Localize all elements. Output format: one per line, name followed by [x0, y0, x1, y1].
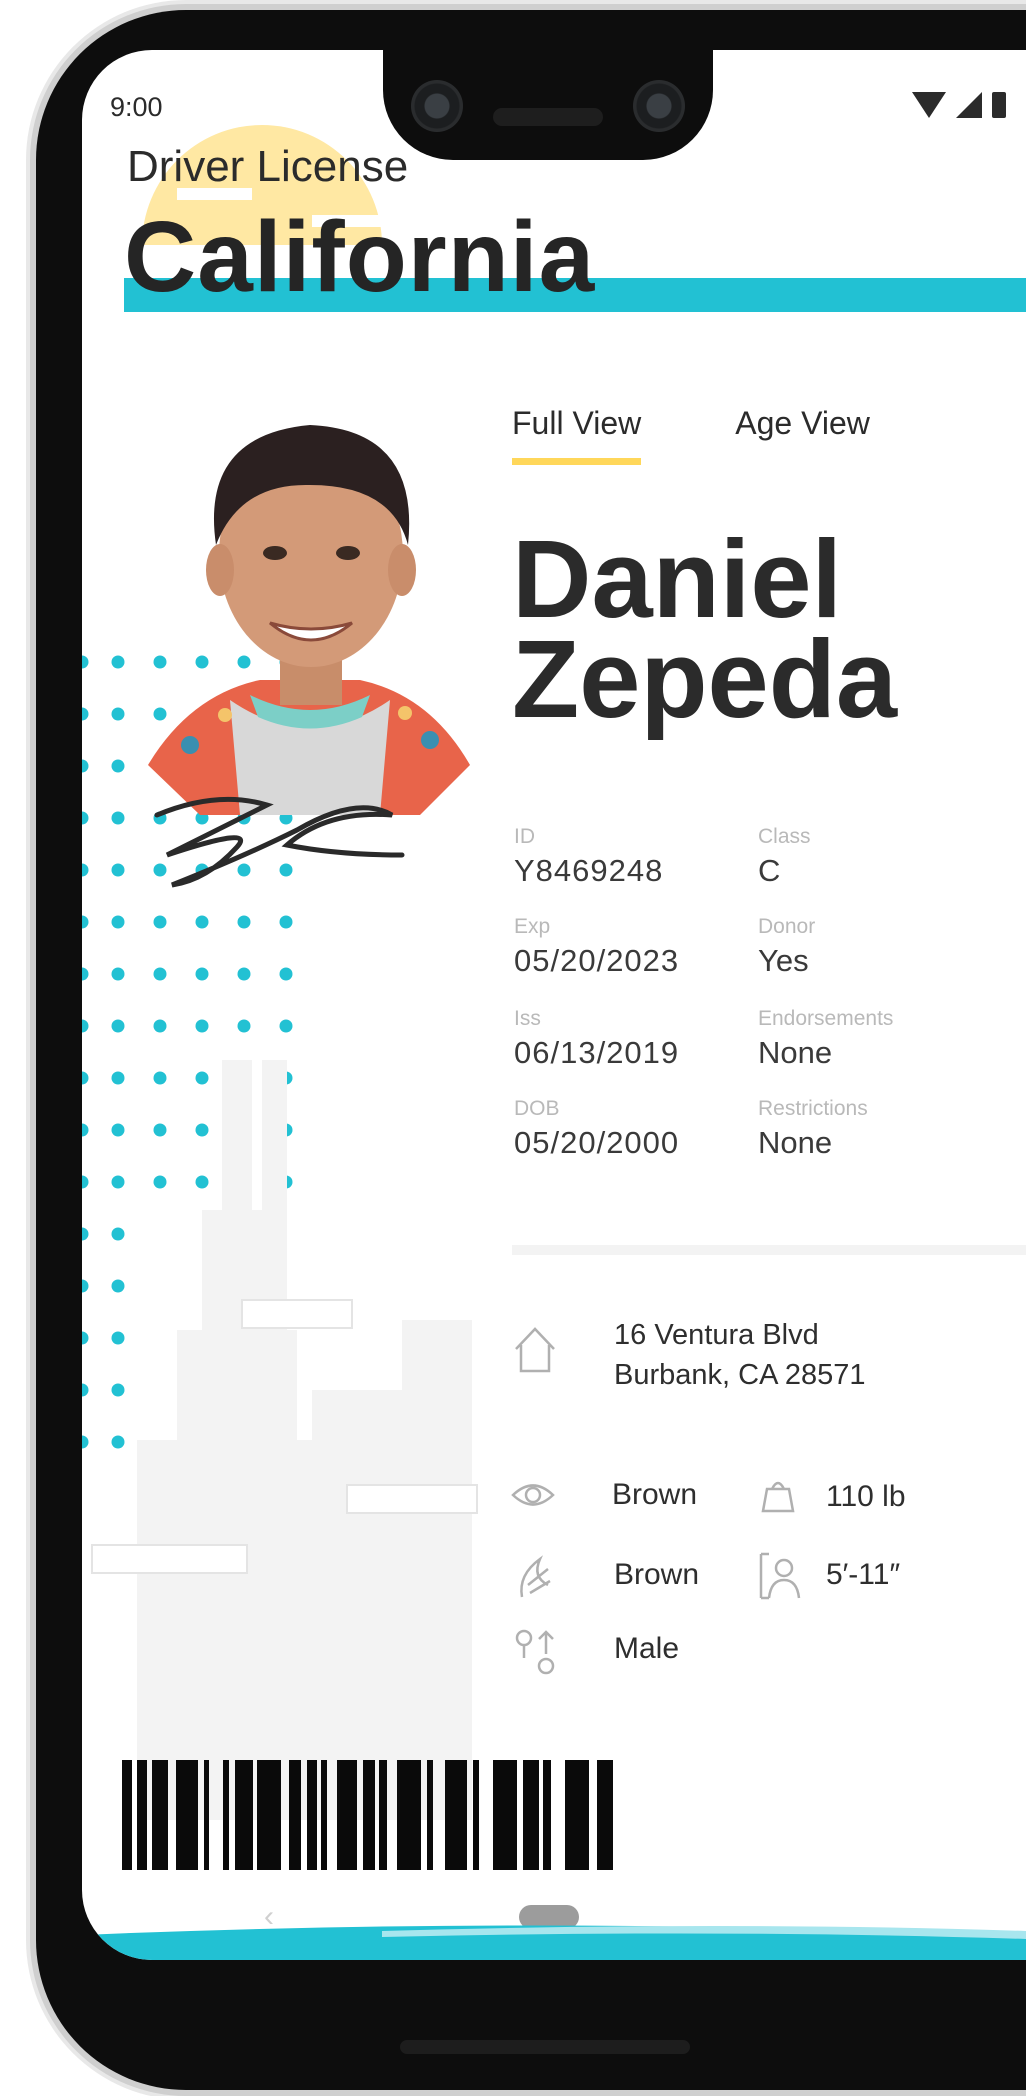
field-exp: Exp 05/20/2023 — [514, 915, 680, 978]
barcode-bar — [565, 1760, 589, 1870]
first-name: Daniel — [512, 518, 843, 641]
gender-icon — [515, 1629, 555, 1675]
pattern-dot — [111, 967, 125, 981]
house-icon — [515, 1327, 555, 1373]
barcode-bar — [363, 1760, 375, 1870]
barcode-bar — [337, 1760, 357, 1870]
barcode-bar — [597, 1760, 613, 1870]
barcode-bar — [152, 1760, 168, 1870]
pattern-dot — [82, 707, 89, 721]
city-skyline-graphic — [91, 1060, 478, 1820]
pattern-dot — [82, 863, 89, 877]
front-camera-icon — [411, 80, 463, 132]
field-iss: Iss 06/13/2019 — [514, 1007, 680, 1070]
pattern-dot — [237, 967, 251, 981]
barcode-bar — [321, 1760, 327, 1870]
barcode-bar — [427, 1760, 433, 1870]
barcode-bar — [204, 1760, 209, 1870]
field-endorsements: Endorsements None — [758, 1007, 894, 1070]
signature — [154, 796, 405, 888]
field-donor: Donor Yes — [758, 915, 816, 978]
pattern-dot — [111, 759, 125, 773]
pattern-dot — [111, 811, 125, 825]
weight-value: 110 lb — [826, 1480, 906, 1513]
barcode-bar — [445, 1760, 467, 1870]
barcode-bar — [473, 1760, 479, 1870]
barcode-bar — [397, 1760, 421, 1870]
barcode-bar — [289, 1760, 301, 1870]
barcode-bar — [137, 1760, 147, 1870]
field-dob: DOB 05/20/2000 — [514, 1097, 680, 1160]
pattern-dot — [111, 707, 125, 721]
barcode-bar — [176, 1760, 198, 1870]
barcode-bar — [257, 1760, 281, 1870]
pattern-dot — [82, 759, 89, 773]
pattern-dot — [111, 863, 125, 877]
pattern-dot — [279, 967, 293, 981]
front-sensor-icon — [633, 80, 685, 132]
camera-notch — [383, 50, 713, 160]
eye-color-value: Brown — [612, 1478, 698, 1511]
barcode-bar — [235, 1760, 253, 1870]
hair-icon — [520, 1555, 551, 1598]
pattern-dot — [111, 655, 125, 669]
pattern-dot — [279, 915, 293, 929]
barcode-bar — [523, 1760, 539, 1870]
field-class: Class C — [758, 825, 811, 888]
barcode — [122, 1760, 613, 1870]
address: 16 Ventura Blvd Burbank, CA 28571 — [614, 1319, 866, 1391]
last-name: Zepeda — [512, 618, 898, 741]
weight-icon — [761, 1481, 795, 1513]
barcode-bar — [379, 1760, 387, 1870]
pattern-dot — [153, 915, 167, 929]
pattern-dot — [82, 655, 89, 669]
pattern-dot — [237, 915, 251, 929]
pattern-dot — [82, 967, 89, 981]
barcode-bar — [122, 1760, 132, 1870]
pattern-dot — [82, 915, 89, 929]
pattern-dot — [195, 915, 209, 929]
pattern-dot — [195, 967, 209, 981]
profile-photo — [148, 425, 470, 815]
field-restrictions: Restrictions None — [758, 1097, 868, 1160]
height-icon — [759, 1552, 801, 1600]
hair-color-value: Brown — [614, 1558, 700, 1591]
screen: 9:00 Driver License California Full View… — [82, 50, 1026, 1960]
section-divider — [512, 1245, 1026, 1255]
height-value: 5′-11″ — [826, 1558, 901, 1591]
holder-name: Daniel Zepeda — [512, 518, 898, 741]
tab-age-view[interactable]: Age View — [735, 405, 870, 465]
barcode-bar — [223, 1760, 229, 1870]
pattern-dot — [153, 967, 167, 981]
sex-value: Male — [614, 1632, 680, 1665]
bottom-speaker-grille — [400, 2040, 690, 2054]
pattern-dot — [82, 811, 89, 825]
barcode-bar — [307, 1760, 317, 1870]
tab-full-view[interactable]: Full View — [512, 405, 642, 465]
barcode-bar — [543, 1760, 551, 1870]
pattern-dot — [111, 915, 125, 929]
field-id: ID Y8469248 — [514, 825, 664, 888]
earpiece-speaker — [493, 108, 603, 126]
view-tabs: Full View Age View — [512, 405, 870, 465]
barcode-bar — [493, 1760, 517, 1870]
eye-icon — [511, 1484, 555, 1506]
wave-graphic — [82, 1925, 1026, 1960]
